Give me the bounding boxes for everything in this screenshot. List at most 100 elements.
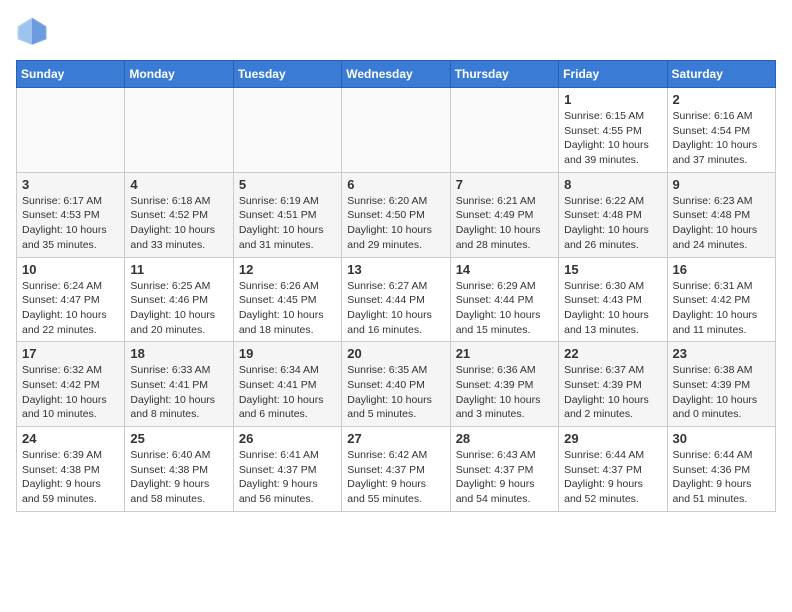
- day-header-monday: Monday: [125, 61, 233, 88]
- calendar-cell: 16 Sunrise: 6:31 AM Sunset: 4:42 PM Dayli…: [667, 257, 775, 342]
- calendar-cell: 6 Sunrise: 6:20 AM Sunset: 4:50 PM Daylig…: [342, 172, 450, 257]
- calendar-cell: 29 Sunrise: 6:44 AM Sunset: 4:37 PM Dayli…: [559, 427, 667, 512]
- day-number: 20: [347, 346, 444, 361]
- calendar-cell: 10 Sunrise: 6:24 AM Sunset: 4:47 PM Dayli…: [17, 257, 125, 342]
- calendar-cell: 21 Sunrise: 6:36 AM Sunset: 4:39 PM Dayli…: [450, 342, 558, 427]
- day-number: 25: [130, 431, 227, 446]
- day-number: 13: [347, 262, 444, 277]
- day-header-thursday: Thursday: [450, 61, 558, 88]
- day-number: 2: [673, 92, 770, 107]
- calendar-table: SundayMondayTuesdayWednesdayThursdayFrid…: [16, 60, 776, 512]
- day-header-saturday: Saturday: [667, 61, 775, 88]
- day-number: 11: [130, 262, 227, 277]
- calendar-cell: 22Sunrise: 6:37 AM Sunset: 4:39 PM Dayli…: [559, 342, 667, 427]
- day-info: Sunrise: 6:42 AM Sunset: 4:37 PM Dayligh…: [347, 448, 444, 507]
- day-info: Sunrise: 6:35 AM Sunset: 4:40 PM Dayligh…: [347, 363, 444, 422]
- calendar-week-row: 1 Sunrise: 6:15 AM Sunset: 4:55 PM Daylig…: [17, 88, 776, 173]
- logo: [16, 16, 52, 48]
- day-number: 19: [239, 346, 336, 361]
- day-info: Sunrise: 6:34 AM Sunset: 4:41 PM Dayligh…: [239, 363, 336, 422]
- logo-icon: [16, 16, 48, 48]
- day-info: Sunrise: 6:23 AM Sunset: 4:48 PM Dayligh…: [673, 194, 770, 253]
- day-info: Sunrise: 6:33 AM Sunset: 4:41 PM Dayligh…: [130, 363, 227, 422]
- day-number: 15: [564, 262, 661, 277]
- day-number: 4: [130, 177, 227, 192]
- calendar-cell: 20 Sunrise: 6:35 AM Sunset: 4:40 PM Dayli…: [342, 342, 450, 427]
- day-info: Sunrise: 6:15 AM Sunset: 4:55 PM Dayligh…: [564, 109, 661, 168]
- day-info: Sunrise: 6:30 AM Sunset: 4:43 PM Dayligh…: [564, 279, 661, 338]
- day-info: Sunrise: 6:25 AM Sunset: 4:46 PM Dayligh…: [130, 279, 227, 338]
- calendar-cell: 14 Sunrise: 6:29 AM Sunset: 4:44 PM Dayli…: [450, 257, 558, 342]
- day-number: 22: [564, 346, 661, 361]
- calendar-cell: [342, 88, 450, 173]
- day-number: 10: [22, 262, 119, 277]
- day-info: Sunrise: 6:40 AM Sunset: 4:38 PM Dayligh…: [130, 448, 227, 507]
- calendar-cell: [125, 88, 233, 173]
- calendar-week-row: 24Sunrise: 6:39 AM Sunset: 4:38 PM Dayli…: [17, 427, 776, 512]
- day-info: Sunrise: 6:41 AM Sunset: 4:37 PM Dayligh…: [239, 448, 336, 507]
- day-info: Sunrise: 6:31 AM Sunset: 4:42 PM Dayligh…: [673, 279, 770, 338]
- calendar-cell: 8Sunrise: 6:22 AM Sunset: 4:48 PM Daylig…: [559, 172, 667, 257]
- day-number: 30: [673, 431, 770, 446]
- day-header-friday: Friday: [559, 61, 667, 88]
- calendar-cell: 17 Sunrise: 6:32 AM Sunset: 4:42 PM Dayli…: [17, 342, 125, 427]
- calendar-cell: 24Sunrise: 6:39 AM Sunset: 4:38 PM Dayli…: [17, 427, 125, 512]
- day-info: Sunrise: 6:26 AM Sunset: 4:45 PM Dayligh…: [239, 279, 336, 338]
- day-number: 23: [673, 346, 770, 361]
- day-info: Sunrise: 6:21 AM Sunset: 4:49 PM Dayligh…: [456, 194, 553, 253]
- calendar-cell: 18 Sunrise: 6:33 AM Sunset: 4:41 PM Dayli…: [125, 342, 233, 427]
- day-number: 18: [130, 346, 227, 361]
- day-info: Sunrise: 6:32 AM Sunset: 4:42 PM Dayligh…: [22, 363, 119, 422]
- calendar-cell: 27Sunrise: 6:42 AM Sunset: 4:37 PM Dayli…: [342, 427, 450, 512]
- day-info: Sunrise: 6:36 AM Sunset: 4:39 PM Dayligh…: [456, 363, 553, 422]
- day-header-wednesday: Wednesday: [342, 61, 450, 88]
- calendar-cell: 15 Sunrise: 6:30 AM Sunset: 4:43 PM Dayli…: [559, 257, 667, 342]
- day-number: 12: [239, 262, 336, 277]
- calendar-cell: 25 Sunrise: 6:40 AM Sunset: 4:38 PM Dayli…: [125, 427, 233, 512]
- day-header-tuesday: Tuesday: [233, 61, 341, 88]
- day-info: Sunrise: 6:44 AM Sunset: 4:37 PM Dayligh…: [564, 448, 661, 507]
- day-number: 1: [564, 92, 661, 107]
- day-number: 8: [564, 177, 661, 192]
- calendar-cell: 7 Sunrise: 6:21 AM Sunset: 4:49 PM Daylig…: [450, 172, 558, 257]
- day-number: 24: [22, 431, 119, 446]
- calendar-cell: 30Sunrise: 6:44 AM Sunset: 4:36 PM Dayli…: [667, 427, 775, 512]
- day-number: 9: [673, 177, 770, 192]
- day-info: Sunrise: 6:29 AM Sunset: 4:44 PM Dayligh…: [456, 279, 553, 338]
- calendar-cell: 3Sunrise: 6:17 AM Sunset: 4:53 PM Daylig…: [17, 172, 125, 257]
- day-number: 21: [456, 346, 553, 361]
- calendar-cell: [450, 88, 558, 173]
- day-info: Sunrise: 6:16 AM Sunset: 4:54 PM Dayligh…: [673, 109, 770, 168]
- day-number: 29: [564, 431, 661, 446]
- calendar-cell: 9 Sunrise: 6:23 AM Sunset: 4:48 PM Daylig…: [667, 172, 775, 257]
- day-info: Sunrise: 6:19 AM Sunset: 4:51 PM Dayligh…: [239, 194, 336, 253]
- day-info: Sunrise: 6:24 AM Sunset: 4:47 PM Dayligh…: [22, 279, 119, 338]
- day-number: 17: [22, 346, 119, 361]
- day-number: 6: [347, 177, 444, 192]
- day-info: Sunrise: 6:18 AM Sunset: 4:52 PM Dayligh…: [130, 194, 227, 253]
- day-info: Sunrise: 6:43 AM Sunset: 4:37 PM Dayligh…: [456, 448, 553, 507]
- day-number: 5: [239, 177, 336, 192]
- day-number: 26: [239, 431, 336, 446]
- calendar-cell: 11 Sunrise: 6:25 AM Sunset: 4:46 PM Dayli…: [125, 257, 233, 342]
- day-number: 14: [456, 262, 553, 277]
- calendar-week-row: 17 Sunrise: 6:32 AM Sunset: 4:42 PM Dayli…: [17, 342, 776, 427]
- calendar-cell: 13Sunrise: 6:27 AM Sunset: 4:44 PM Dayli…: [342, 257, 450, 342]
- day-info: Sunrise: 6:38 AM Sunset: 4:39 PM Dayligh…: [673, 363, 770, 422]
- day-number: 16: [673, 262, 770, 277]
- calendar-week-row: 3Sunrise: 6:17 AM Sunset: 4:53 PM Daylig…: [17, 172, 776, 257]
- calendar-cell: 26 Sunrise: 6:41 AM Sunset: 4:37 PM Dayli…: [233, 427, 341, 512]
- calendar-cell: 19 Sunrise: 6:34 AM Sunset: 4:41 PM Dayli…: [233, 342, 341, 427]
- page-header: [16, 16, 776, 48]
- calendar-week-row: 10 Sunrise: 6:24 AM Sunset: 4:47 PM Dayli…: [17, 257, 776, 342]
- calendar-cell: 1 Sunrise: 6:15 AM Sunset: 4:55 PM Daylig…: [559, 88, 667, 173]
- calendar-cell: 4 Sunrise: 6:18 AM Sunset: 4:52 PM Daylig…: [125, 172, 233, 257]
- calendar-cell: 5 Sunrise: 6:19 AM Sunset: 4:51 PM Daylig…: [233, 172, 341, 257]
- day-number: 28: [456, 431, 553, 446]
- calendar-cell: 2 Sunrise: 6:16 AM Sunset: 4:54 PM Daylig…: [667, 88, 775, 173]
- day-header-sunday: Sunday: [17, 61, 125, 88]
- day-number: 7: [456, 177, 553, 192]
- day-info: Sunrise: 6:20 AM Sunset: 4:50 PM Dayligh…: [347, 194, 444, 253]
- day-info: Sunrise: 6:17 AM Sunset: 4:53 PM Dayligh…: [22, 194, 119, 253]
- calendar-header-row: SundayMondayTuesdayWednesdayThursdayFrid…: [17, 61, 776, 88]
